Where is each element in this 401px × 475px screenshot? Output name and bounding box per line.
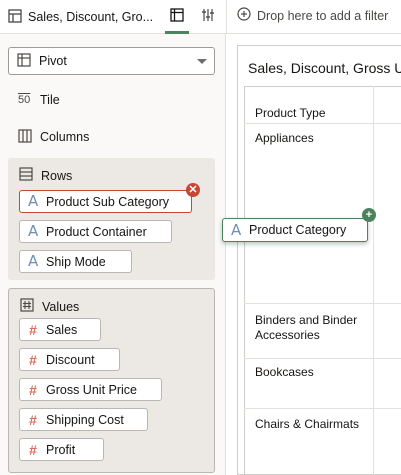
value-pill-gross-unit-price[interactable]: # Gross Unit Price	[19, 378, 162, 401]
filter-drop-zone[interactable]: Drop here to add a filter	[237, 7, 388, 24]
pill-label: Product Sub Category	[46, 194, 169, 209]
attribute-icon: A	[28, 222, 39, 240]
properties-button[interactable]	[196, 4, 220, 28]
value-pill-shipping-cost[interactable]: # Shipping Cost	[19, 408, 148, 431]
pill-label: Sales	[46, 322, 78, 337]
top-bar: Sales, Discount, Gro... Drop here to add…	[0, 0, 401, 34]
value-pill-profit[interactable]: # Profit	[19, 438, 104, 461]
grid-border-left	[244, 86, 245, 475]
grammar-panel: Pivot 50 Tile Columns Rows A Product Sub…	[0, 34, 226, 475]
pill-label: Ship Mode	[46, 254, 106, 269]
dragged-pill-product-category[interactable]: A Product Category	[222, 218, 368, 242]
rows-header: Rows	[19, 167, 72, 184]
plus-circle-icon	[237, 7, 251, 24]
row-pill-product-container[interactable]: A Product Container	[19, 220, 172, 243]
hash-box-icon	[20, 298, 34, 315]
pill-label: Shipping Cost	[46, 412, 124, 427]
table-row[interactable]: Chairs & Chairmats	[255, 417, 359, 431]
measure-icon: #	[29, 351, 37, 368]
row-divider	[244, 303, 401, 304]
header-divider	[244, 123, 401, 124]
filter-placeholder: Drop here to add a filter	[257, 8, 389, 23]
measure-icon: #	[29, 381, 37, 398]
pill-label: Discount	[46, 352, 95, 367]
measure-icon: #	[29, 321, 37, 338]
measure-icon: #	[29, 411, 37, 428]
measure-icon: #	[29, 441, 37, 458]
tile-drop-target[interactable]: 50 Tile	[18, 91, 60, 109]
dataset-icon	[8, 8, 22, 26]
attribute-icon: A	[28, 192, 39, 210]
pill-label: Profit	[46, 442, 76, 457]
pill-label: Product Container	[46, 224, 147, 239]
row-divider	[244, 408, 401, 409]
rows-icon	[19, 167, 33, 184]
values-label: Values	[42, 299, 80, 314]
sliders-icon	[201, 8, 215, 25]
grammar-panel-button[interactable]	[165, 4, 189, 28]
table-row[interactable]: Binders and Binder Accessories	[255, 313, 367, 343]
rows-label: Rows	[41, 168, 73, 183]
tile-label: Tile	[40, 93, 60, 107]
grid-column-divider	[373, 86, 374, 475]
viz-type-value: Pivot	[39, 54, 67, 68]
grid-border-top	[244, 86, 401, 87]
attribute-icon: A	[231, 220, 242, 239]
chevron-down-icon	[197, 59, 207, 64]
columns-label: Columns	[40, 130, 90, 144]
tab-title: Sales, Discount, Gro...	[28, 10, 154, 24]
tile-icon: 50	[18, 94, 31, 106]
values-header: Values	[20, 298, 79, 315]
pill-label: Gross Unit Price	[46, 382, 137, 397]
columns-icon	[18, 128, 32, 146]
pivot-canvas: Sales, Discount, Gross U Product Type Ap…	[237, 45, 401, 475]
table-row[interactable]: Bookcases	[255, 365, 314, 379]
add-icon: +	[362, 208, 376, 222]
value-pill-discount[interactable]: # Discount	[19, 348, 120, 371]
pivot-icon	[17, 52, 31, 70]
viz-type-select[interactable]: Pivot	[8, 47, 215, 75]
row-pill-ship-mode[interactable]: A Ship Mode	[19, 250, 132, 273]
attribute-icon: A	[28, 252, 39, 270]
table-icon	[170, 7, 184, 25]
row-header-cell: Product Type	[255, 106, 326, 120]
row-pill-product-sub-category[interactable]: A Product Sub Category	[19, 190, 192, 213]
remove-icon[interactable]: ✕	[186, 183, 200, 197]
columns-drop-target[interactable]: Columns	[18, 128, 89, 146]
table-row[interactable]: Appliances	[255, 131, 314, 145]
value-pill-sales[interactable]: # Sales	[19, 318, 101, 341]
canvas-title: Sales, Discount, Gross U	[248, 60, 401, 76]
row-divider	[244, 358, 401, 359]
pill-label: Product Category	[249, 223, 347, 237]
panel-divider	[226, 0, 227, 34]
data-panel-tab[interactable]: Sales, Discount, Gro...	[8, 8, 158, 26]
